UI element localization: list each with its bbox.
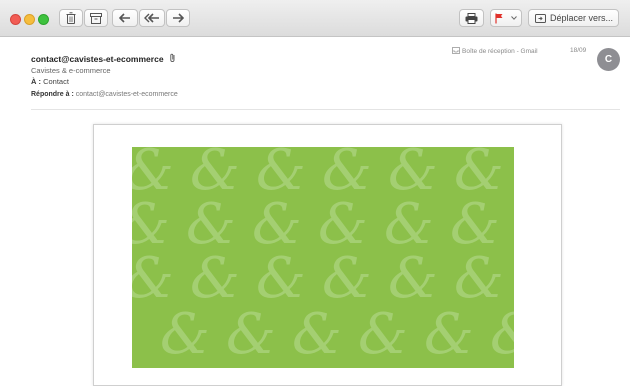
archive-button[interactable] (84, 9, 108, 27)
folder-move-icon (535, 14, 546, 23)
ampersand-pattern-mark: & (358, 302, 408, 367)
ampersand-pattern-mark: & (292, 302, 342, 367)
move-button-label: Déplacer vers... (550, 13, 614, 23)
forward-button[interactable] (166, 9, 190, 27)
to-label: À : (31, 77, 41, 86)
sender-address-text: contact@cavistes-et-ecommerce (31, 54, 164, 64)
header-divider (31, 109, 620, 110)
close-window-button[interactable] (10, 14, 21, 25)
inbox-icon (452, 47, 460, 54)
ampersand-pattern-mark: & (160, 302, 210, 367)
minimize-window-button[interactable] (24, 14, 35, 25)
reply-to-address[interactable]: contact@cavistes-et-ecommerce (76, 91, 178, 98)
zoom-window-button[interactable] (38, 14, 49, 25)
toolbar: Déplacer vers... (0, 0, 630, 37)
reply-to-label: Répondre à : (31, 91, 74, 98)
move-button[interactable]: Déplacer vers... (528, 9, 619, 27)
sender-name: Cavistes & e-commerce (31, 66, 111, 75)
ampersand-pattern-mark: & (226, 302, 276, 367)
trash-icon (66, 12, 76, 24)
archive-icon (90, 12, 102, 24)
reply-icon (119, 13, 130, 23)
reply-button[interactable] (112, 9, 138, 27)
to-line: À : Contact (31, 77, 69, 86)
mailbox-label: Boîte de réception - Gmail (452, 47, 538, 55)
flag-icon (495, 13, 503, 23)
ampersand-pattern-mark: & (490, 302, 514, 367)
ampersand-pattern-mark: & (424, 302, 474, 367)
mailbox-text: Boîte de réception - Gmail (462, 48, 538, 55)
printer-icon (465, 12, 478, 24)
attachment-icon (170, 53, 175, 62)
reply-to-line: Répondre à : contact@cavistes-et-ecommer… (31, 91, 178, 98)
sender-address[interactable]: contact@cavistes-et-ecommerce (31, 53, 176, 64)
message-date: 18/09 (570, 47, 587, 54)
sender-avatar: C (597, 48, 620, 71)
print-button[interactable] (459, 9, 484, 27)
reply-all-icon (144, 13, 159, 23)
trash-button[interactable] (59, 9, 83, 27)
reply-all-button[interactable] (139, 9, 165, 27)
forward-icon (173, 13, 184, 23)
ampersand-pattern: &&&&&&&&&&&&&&&&&&&&&&&&& (132, 147, 514, 367)
email-banner-image: &&&&&&&&&&&&&&&&&&&&&&&&& (132, 147, 514, 368)
chevron-down-icon (511, 16, 517, 20)
flag-button[interactable] (490, 9, 522, 27)
to-recipient[interactable]: Contact (43, 77, 69, 86)
